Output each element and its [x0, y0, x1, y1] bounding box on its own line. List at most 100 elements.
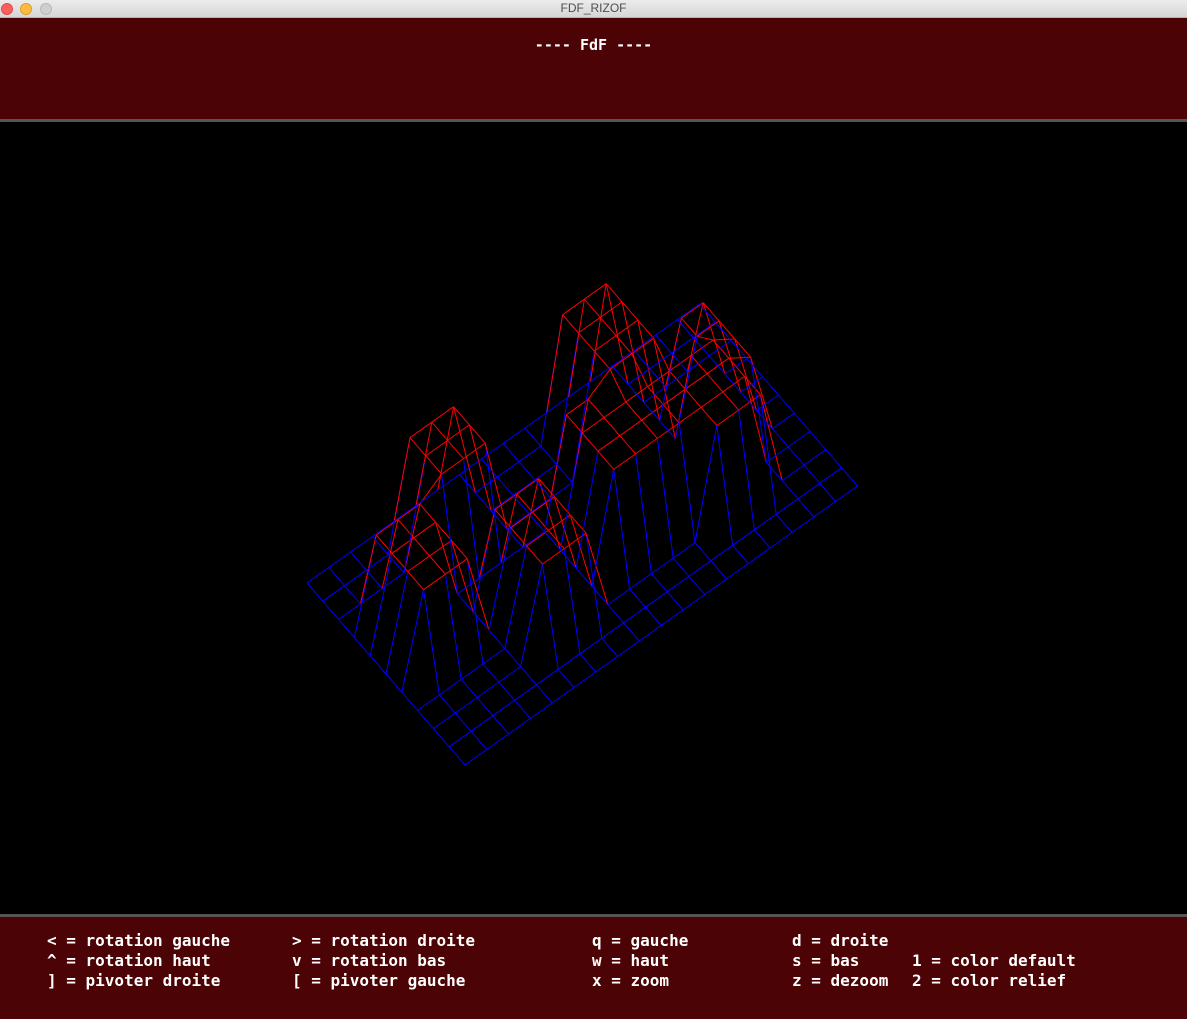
wire-segment: [590, 365, 613, 382]
wire-segment: [470, 715, 494, 732]
wire-segment: [579, 637, 603, 655]
wire-segment: [710, 544, 733, 562]
wire-segment: [722, 391, 739, 411]
wire-segment: [781, 464, 805, 482]
wire-segment: [350, 551, 367, 571]
wire-segment: [595, 656, 618, 673]
wire-segment: [607, 588, 630, 606]
wire-segment: [809, 431, 827, 450]
wire-segment: [520, 563, 543, 667]
wire-segment: [496, 461, 520, 478]
wire-segment: [476, 697, 494, 717]
wire-segment: [536, 684, 553, 704]
wire-segment: [621, 301, 645, 403]
wire-segment: [787, 430, 811, 448]
wire-segment: [369, 553, 393, 656]
wire-segment: [716, 425, 734, 546]
hint-rotate-up: ^ = rotation haut: [47, 951, 211, 970]
wire-segment: [629, 588, 646, 608]
wire-segment: [684, 388, 702, 408]
wire-segment: [322, 600, 339, 620]
wire-segment: [718, 320, 742, 393]
wire-segment: [415, 422, 433, 506]
wire-segment: [409, 437, 427, 457]
wire-segment: [464, 749, 488, 766]
wire-segment: [541, 564, 559, 670]
wire-segment: [460, 663, 484, 680]
wire-segment: [409, 421, 433, 439]
wire-segment: [520, 666, 537, 686]
wire-segment: [797, 498, 815, 518]
wire-segment: [482, 663, 500, 683]
wire-segment: [633, 334, 657, 351]
wire-segment: [791, 516, 815, 533]
wire-segment: [441, 458, 464, 475]
wire-segment: [492, 699, 515, 717]
wire-segment: [601, 622, 624, 639]
wire-segment: [578, 316, 601, 334]
hint-move-down: s = bas: [792, 951, 860, 970]
wire-segment: [538, 478, 561, 551]
wire-segment: [759, 394, 777, 515]
wire-segment: [444, 574, 462, 680]
wire-segment: [754, 513, 777, 531]
wire-segment: [772, 428, 789, 448]
wire-segment: [756, 394, 779, 411]
wire-segment: [775, 513, 793, 533]
wire-segment: [579, 653, 597, 673]
wire-segment: [841, 467, 858, 487]
render-canvas[interactable]: [0, 122, 1187, 914]
controls-panel: < = rotation gauche ^ = rotation haut ] …: [0, 917, 1187, 1019]
wire-segment: [504, 648, 521, 667]
wire-segment: [706, 373, 724, 393]
wire-segment: [601, 637, 618, 657]
wire-segment: [381, 519, 399, 589]
wire-segment: [354, 637, 371, 657]
wire-segment: [690, 355, 708, 375]
wire-segment: [522, 478, 540, 548]
wire-segment: [518, 461, 536, 481]
wire-segment: [732, 529, 755, 546]
hint-zoom: x = zoom: [592, 971, 670, 990]
wire-segment: [504, 545, 528, 649]
wire-segment: [322, 585, 345, 602]
wire-segment: [573, 671, 597, 688]
wire-segment: [671, 352, 688, 372]
hint-color-default: 1 = color default: [912, 951, 1076, 970]
wire-segment: [413, 521, 436, 539]
wire-segment: [819, 467, 842, 484]
wire-segment: [508, 718, 531, 735]
wire-segment: [593, 350, 611, 370]
wire-segment: [738, 410, 755, 530]
wire-segment: [344, 585, 361, 605]
wire-segment: [431, 421, 448, 441]
wire-segment: [454, 712, 472, 732]
wire-segment: [557, 653, 581, 670]
wire-segment: [656, 438, 674, 559]
wire-segment: [419, 503, 436, 523]
wire-segment: [597, 450, 615, 470]
hint-dezoom: z = dezoom: [792, 971, 889, 990]
wire-segment: [439, 678, 462, 696]
app-title: ---- FdF ----: [534, 36, 653, 54]
wire-segment: [728, 356, 751, 359]
wire-segment: [470, 730, 488, 750]
wire-segment: [591, 469, 615, 587]
wire-segment: [466, 558, 484, 664]
wire-segment: [502, 427, 526, 444]
wire-segment: [344, 569, 367, 587]
wire-segment: [674, 336, 698, 439]
wire-segment: [787, 446, 805, 466]
wire-segment: [498, 666, 521, 683]
wire-segment: [775, 498, 799, 515]
wire-segment: [819, 482, 836, 502]
wire-segment: [550, 414, 567, 499]
wire-segment: [441, 474, 458, 594]
wire-segment: [433, 728, 450, 748]
wire-segment: [603, 417, 621, 437]
wire-segment: [556, 332, 579, 465]
wire-segment: [597, 435, 621, 452]
wire-segment: [587, 398, 605, 418]
wire-segment: [625, 401, 642, 421]
wire-segment: [694, 425, 718, 543]
